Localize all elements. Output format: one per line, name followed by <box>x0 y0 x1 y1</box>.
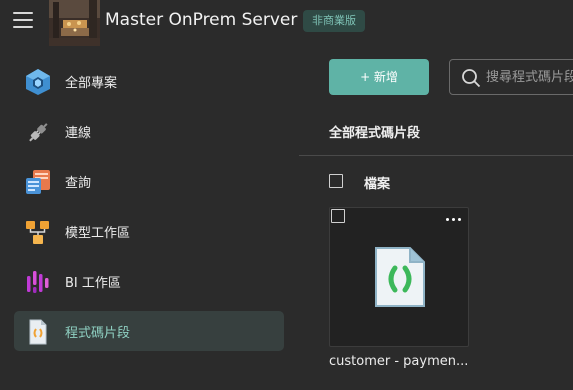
sidebar-item-label: 模型工作區 <box>65 226 131 241</box>
all-projects-icon <box>26 69 50 95</box>
divider <box>299 155 573 156</box>
app-title: Master OnPrem Server <box>105 10 298 30</box>
sidebar-item-connection[interactable]: 連線 <box>14 111 284 151</box>
app-header: Master OnPrem Server 非商業版 <box>0 0 573 46</box>
sidebar-item-label: 程式碼片段 <box>65 326 131 341</box>
sidebar-item-query[interactable]: 查詢 <box>14 161 284 201</box>
sidebar-item-label: BI 工作區 <box>65 276 121 291</box>
sidebar-item-label: 連線 <box>65 126 92 141</box>
add-new-button[interactable]: + 新增 <box>329 59 429 95</box>
search-icon <box>462 69 481 88</box>
query-icon <box>26 170 50 194</box>
code-snippet-icon <box>29 319 47 345</box>
sidebar-item-model-workspace[interactable]: 模型工作區 <box>14 211 284 251</box>
bi-workspace-icon <box>27 271 49 293</box>
edition-badge: 非商業版 <box>303 10 365 32</box>
files-column-header: 檔案 <box>364 177 391 192</box>
sidebar-item-label: 查詢 <box>65 176 92 191</box>
connection-plug-icon <box>29 123 48 142</box>
hamburger-menu-icon[interactable] <box>13 12 33 28</box>
sidebar-item-code-snippet[interactable]: 程式碼片段 <box>14 311 284 351</box>
search-input[interactable] <box>486 60 573 94</box>
server-logo-image <box>49 0 100 46</box>
model-workspace-icon <box>26 221 49 244</box>
code-file-icon <box>375 247 425 307</box>
more-options-icon[interactable] <box>443 212 467 226</box>
file-card[interactable] <box>329 207 469 347</box>
file-name[interactable]: customer - paymen... <box>329 354 468 369</box>
sidebar-item-label: 全部專案 <box>65 76 118 91</box>
file-select-checkbox[interactable] <box>331 209 345 223</box>
select-all-checkbox[interactable] <box>329 174 343 188</box>
search-box[interactable] <box>449 59 573 95</box>
section-title: 全部程式碼片段 <box>329 126 421 141</box>
sidebar-item-bi-workspace[interactable]: BI 工作區 <box>14 261 284 301</box>
sidebar-item-all-projects[interactable]: 全部專案 <box>14 61 284 101</box>
